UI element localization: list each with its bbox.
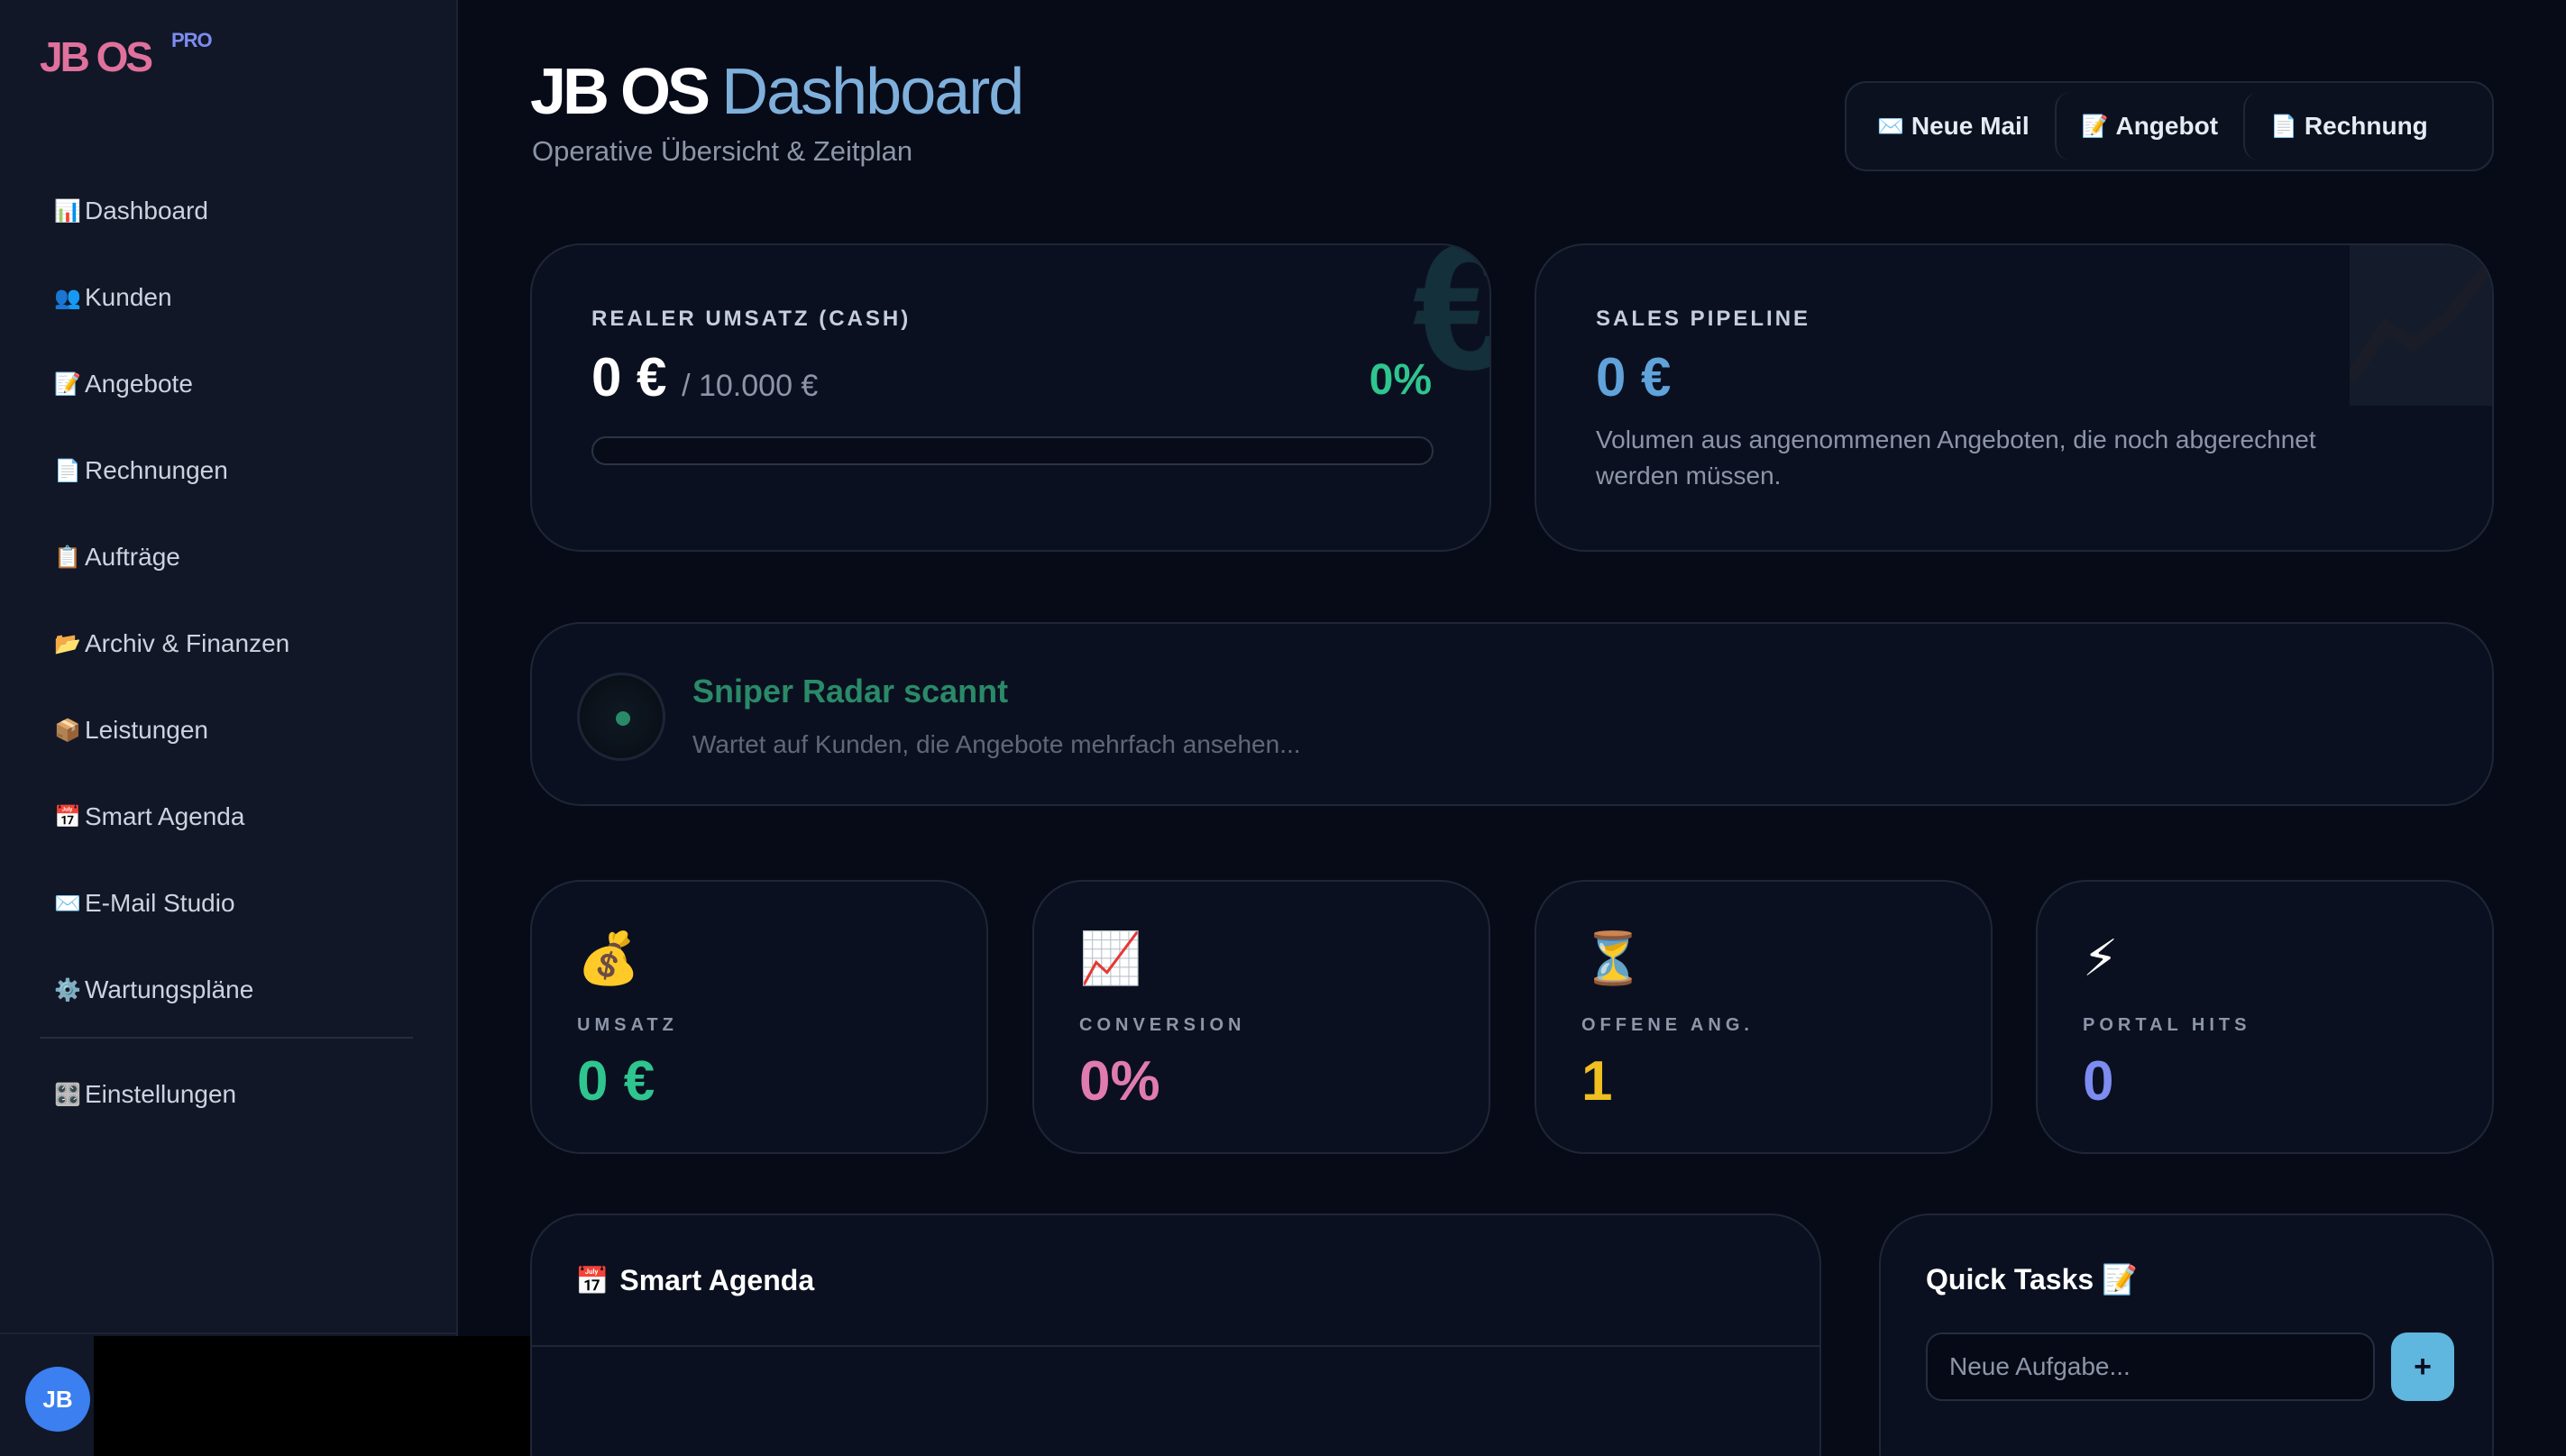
button-label: Neue Mail bbox=[1911, 112, 2030, 140]
sidebar-item-dashboard[interactable]: 📊 Dashboard bbox=[40, 168, 413, 254]
trend-graph-icon bbox=[2344, 245, 2492, 406]
stat-label: UMSATZ bbox=[577, 1015, 678, 1035]
stat-card-portal-hits: ⚡ PORTAL HITS 0 bbox=[2036, 880, 2494, 1154]
chart-increasing-icon: 📈 bbox=[1079, 929, 1142, 986]
calendar-icon: 📅 bbox=[575, 1266, 609, 1296]
memo-icon: 📝 bbox=[54, 371, 81, 397]
stat-label: PORTAL HITS bbox=[2083, 1015, 2251, 1035]
button-label: Rechnung bbox=[2304, 112, 2428, 140]
sidebar-item-rechnungen[interactable]: 📄 Rechnungen bbox=[40, 427, 413, 514]
sidebar-item-label: Archiv & Finanzen bbox=[85, 629, 290, 657]
document-icon: 📄 bbox=[2270, 114, 2297, 139]
new-offer-button[interactable]: 📝 Angebot bbox=[2054, 92, 2243, 160]
brand-logo[interactable]: JB OS PRO bbox=[40, 29, 213, 87]
users-icon: 👥 bbox=[54, 285, 81, 310]
envelope-icon: ✉️ bbox=[54, 891, 81, 916]
sidebar-item-angebote[interactable]: 📝 Angebote bbox=[40, 341, 413, 427]
memo-icon: 📝 bbox=[2081, 114, 2109, 139]
sidebar-item-label: Angebote bbox=[85, 370, 193, 398]
gear-icon: ⚙️ bbox=[54, 977, 81, 1003]
revenue-value: 0 € / 10.000 € bbox=[591, 346, 818, 408]
revenue-progress-bar bbox=[591, 436, 1434, 465]
agenda-header: 📅 Smart Agenda bbox=[532, 1215, 1819, 1347]
button-label: Angebot bbox=[2115, 112, 2219, 140]
sidebar-item-label: Kunden bbox=[85, 283, 172, 311]
stat-card-offene-angebote: ⏳ OFFENE ANG. 1 bbox=[1535, 880, 1993, 1154]
envelope-icon: ✉️ bbox=[1877, 114, 1904, 139]
sidebar-item-kunden[interactable]: 👥 Kunden bbox=[40, 254, 413, 341]
new-mail-button[interactable]: ✉️ Neue Mail bbox=[1852, 92, 2055, 160]
lightning-icon: ⚡ bbox=[2083, 929, 2119, 986]
clipboard-icon: 📋 bbox=[54, 545, 81, 570]
radar-title: Sniper Radar scannt bbox=[692, 673, 1009, 710]
agenda-title: 📅 Smart Agenda bbox=[575, 1264, 814, 1297]
sidebar-item-label: Smart Agenda bbox=[85, 802, 245, 830]
avatar[interactable]: JB bbox=[25, 1367, 90, 1432]
revenue-amount: 0 € bbox=[591, 347, 667, 407]
revenue-goal: / 10.000 € bbox=[682, 369, 819, 403]
page-subtitle: Operative Übersicht & Zeitplan bbox=[532, 135, 913, 167]
hourglass-icon: ⏳ bbox=[1581, 929, 1645, 986]
pipeline-card: SALES PIPELINE 0 € Volumen aus angenomme… bbox=[1535, 243, 2494, 552]
pipeline-label: SALES PIPELINE bbox=[1596, 307, 1811, 331]
agenda-title-text: Smart Agenda bbox=[619, 1263, 815, 1296]
sidebar-item-einstellungen[interactable]: 🎛️ Einstellungen bbox=[40, 1051, 413, 1138]
sidebar-divider bbox=[40, 1037, 413, 1039]
stat-card-conversion: 📈 CONVERSION 0% bbox=[1032, 880, 1490, 1154]
stat-value: 0 € bbox=[577, 1050, 655, 1113]
page-title-accent: Dashboard bbox=[721, 56, 1024, 128]
add-task-button[interactable]: + bbox=[2391, 1332, 2454, 1401]
brand-name: JB OS bbox=[40, 33, 153, 80]
stat-label: CONVERSION bbox=[1079, 1015, 1246, 1035]
pipeline-value: 0 € bbox=[1596, 347, 1672, 407]
quick-tasks-card: Quick Tasks 📝 + bbox=[1879, 1213, 2494, 1456]
sidebar-item-wartungsplaene[interactable]: ⚙️ Wartungspläne bbox=[40, 947, 413, 1033]
document-icon: 📄 bbox=[54, 458, 81, 483]
new-task-input[interactable] bbox=[1926, 1332, 2375, 1401]
stat-value: 0 bbox=[2083, 1050, 2114, 1113]
sidebar: JB OS PRO 📊 Dashboard 👥 Kunden 📝 Angebot… bbox=[0, 0, 458, 1456]
sidebar-item-label: Einstellungen bbox=[85, 1080, 237, 1108]
page-title: JB OS Dashboard bbox=[530, 60, 1024, 124]
control-knobs-icon: 🎛️ bbox=[54, 1082, 81, 1107]
calendar-icon: 📅 bbox=[54, 804, 81, 829]
tasks-title: Quick Tasks 📝 bbox=[1926, 1263, 2138, 1296]
sniper-radar-card: Sniper Radar scannt Wartet auf Kunden, d… bbox=[530, 622, 2494, 806]
sidebar-item-label: Aufträge bbox=[85, 543, 180, 571]
chart-icon: 📊 bbox=[54, 198, 81, 224]
revenue-card: € REALER UMSATZ (CASH) 0 € / 10.000 € 0% bbox=[530, 243, 1491, 552]
stat-card-umsatz: 💰 UMSATZ 0 € bbox=[530, 880, 988, 1154]
sidebar-item-auftraege[interactable]: 📋 Aufträge bbox=[40, 514, 413, 600]
new-invoice-button[interactable]: 📄 Rechnung bbox=[2243, 92, 2453, 160]
smart-agenda-card: 📅 Smart Agenda bbox=[530, 1213, 1821, 1456]
stat-label: OFFENE ANG. bbox=[1581, 1015, 1754, 1035]
stat-value: 0% bbox=[1079, 1050, 1160, 1113]
quick-actions: ✉️ Neue Mail 📝 Angebot 📄 Rechnung bbox=[1845, 81, 2494, 171]
sidebar-item-archiv[interactable]: 📂 Archiv & Finanzen bbox=[40, 600, 413, 687]
sidebar-item-label: Rechnungen bbox=[85, 456, 228, 484]
app: JB OS PRO 📊 Dashboard 👥 Kunden 📝 Angebot… bbox=[0, 0, 2566, 1456]
package-icon: 📦 bbox=[54, 718, 81, 743]
sidebar-item-leistungen[interactable]: 📦 Leistungen bbox=[40, 687, 413, 774]
radar-icon bbox=[577, 673, 665, 761]
page-title-main: JB OS bbox=[530, 56, 710, 128]
pipeline-description: Volumen aus angenommenen Angeboten, die … bbox=[1596, 426, 2316, 490]
sidebar-item-email-studio[interactable]: ✉️ E-Mail Studio bbox=[40, 860, 413, 947]
sidebar-item-label: E-Mail Studio bbox=[85, 889, 235, 917]
revenue-percent: 0% bbox=[1369, 356, 1432, 404]
sidebar-item-smart-agenda[interactable]: 📅 Smart Agenda bbox=[40, 774, 413, 860]
folder-icon: 📂 bbox=[54, 631, 81, 656]
revenue-label: REALER UMSATZ (CASH) bbox=[591, 307, 912, 331]
radar-dot bbox=[616, 711, 630, 726]
money-bag-icon: 💰 bbox=[577, 929, 640, 986]
sidebar-item-label: Leistungen bbox=[85, 716, 209, 744]
brand-badge: PRO bbox=[171, 29, 213, 51]
radar-subtitle: Wartet auf Kunden, die Angebote mehrfach… bbox=[692, 730, 1301, 758]
sidebar-item-label: Wartungspläne bbox=[85, 975, 254, 1003]
sidebar-nav: 📊 Dashboard 👥 Kunden 📝 Angebote 📄 Rechnu… bbox=[40, 168, 413, 1138]
sidebar-item-label: Dashboard bbox=[85, 197, 208, 224]
redacted-user-info bbox=[94, 1336, 537, 1456]
stat-value: 1 bbox=[1581, 1050, 1613, 1113]
